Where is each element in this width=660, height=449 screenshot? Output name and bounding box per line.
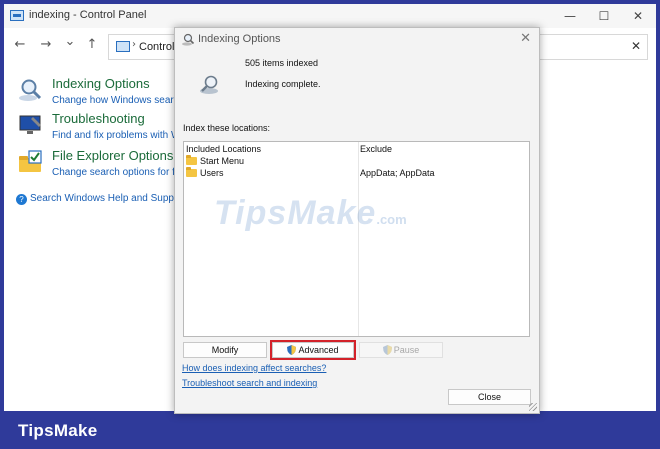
locations-section-label: Index these locations:: [183, 123, 271, 133]
minimize-button[interactable]: —: [560, 7, 580, 25]
uac-shield-icon: [287, 345, 297, 355]
screenshot-frame: indexing - Control Panel — ☐ ✕ ← → ⌄ ↑ ›…: [0, 0, 660, 449]
column-header-included[interactable]: Included Locations: [186, 144, 261, 154]
brand-logo-text: TipsMake: [18, 421, 98, 440]
advanced-button-label: Advanced: [298, 345, 339, 355]
recent-locations-chevron-icon[interactable]: ⌄: [62, 34, 78, 49]
list-item[interactable]: Start Menu: [186, 155, 245, 166]
modify-button[interactable]: Modify: [183, 342, 267, 358]
cp-item-subtitle[interactable]: Change search options for files: [52, 167, 190, 178]
control-panel-address-icon: [116, 41, 130, 52]
location-exclude: AppData; AppData: [360, 168, 435, 178]
pause-button-label: Pause: [393, 345, 420, 355]
advanced-button[interactable]: Advanced: [272, 342, 354, 358]
how-indexing-affects-link[interactable]: How does indexing affect searches?: [182, 363, 326, 373]
list-item[interactable]: Users: [186, 167, 224, 178]
folder-icon: [186, 155, 197, 165]
help-support-text[interactable]: Search Windows Help and Support f: [30, 193, 191, 204]
indexing-options-icon: [182, 33, 195, 46]
troubleshooting-monitor-icon: [19, 115, 41, 134]
help-question-icon: ?: [16, 194, 27, 205]
uac-shield-icon: [382, 345, 392, 355]
control-panel-title: indexing - Control Panel: [29, 9, 147, 21]
location-name: Users: [200, 168, 224, 178]
location-name: Start Menu: [200, 156, 245, 166]
dialog-close-button[interactable]: Close: [448, 389, 531, 405]
folder-checkbox-icon: [19, 150, 42, 172]
indexing-status-icon: [200, 75, 218, 94]
dialog-title: Indexing Options: [198, 33, 281, 45]
watermark-suffix: .com: [376, 212, 407, 227]
up-arrow-icon[interactable]: ↑: [84, 37, 100, 52]
folder-icon: [186, 167, 197, 177]
cp-item-subtitle[interactable]: Find and fix problems with Win: [52, 130, 188, 141]
watermark: TipsMake.com: [214, 194, 407, 233]
column-divider: [358, 142, 359, 336]
cp-item-title[interactable]: File Explorer Options: [52, 148, 173, 163]
indexing-status-text: Indexing complete.: [245, 79, 321, 89]
locations-list[interactable]: Included Locations Exclude Start Menu Us…: [183, 141, 530, 337]
pause-button[interactable]: Pause: [359, 342, 443, 358]
control-panel-titlebar: indexing - Control Panel — ☐ ✕: [4, 4, 656, 28]
back-arrow-icon[interactable]: ←: [12, 37, 28, 52]
help-support-link[interactable]: ? Search Windows Help and Support f: [16, 193, 191, 205]
address-chevron-icon[interactable]: ›: [132, 39, 136, 50]
magnifier-icon: [19, 79, 42, 101]
troubleshoot-indexing-link[interactable]: Troubleshoot search and indexing: [182, 378, 317, 388]
dialog-titlebar: Indexing Options ✕: [175, 28, 539, 52]
clear-search-icon[interactable]: ✕: [631, 39, 641, 53]
close-button[interactable]: ✕: [628, 7, 648, 25]
maximize-button[interactable]: ☐: [594, 7, 614, 25]
cp-item-title[interactable]: Troubleshooting: [52, 111, 145, 126]
cp-item-title[interactable]: Indexing Options: [52, 76, 150, 91]
column-header-exclude[interactable]: Exclude: [360, 144, 392, 154]
watermark-main: TipsMake: [214, 194, 377, 232]
resize-grip[interactable]: [529, 403, 537, 411]
control-panel-icon: [10, 10, 24, 21]
indexing-options-dialog: Indexing Options ✕ 505 items indexed Ind…: [174, 27, 540, 414]
dialog-close-icon[interactable]: ✕: [520, 31, 531, 46]
items-indexed-count: 505 items indexed: [245, 58, 319, 68]
forward-arrow-icon[interactable]: →: [38, 37, 54, 52]
